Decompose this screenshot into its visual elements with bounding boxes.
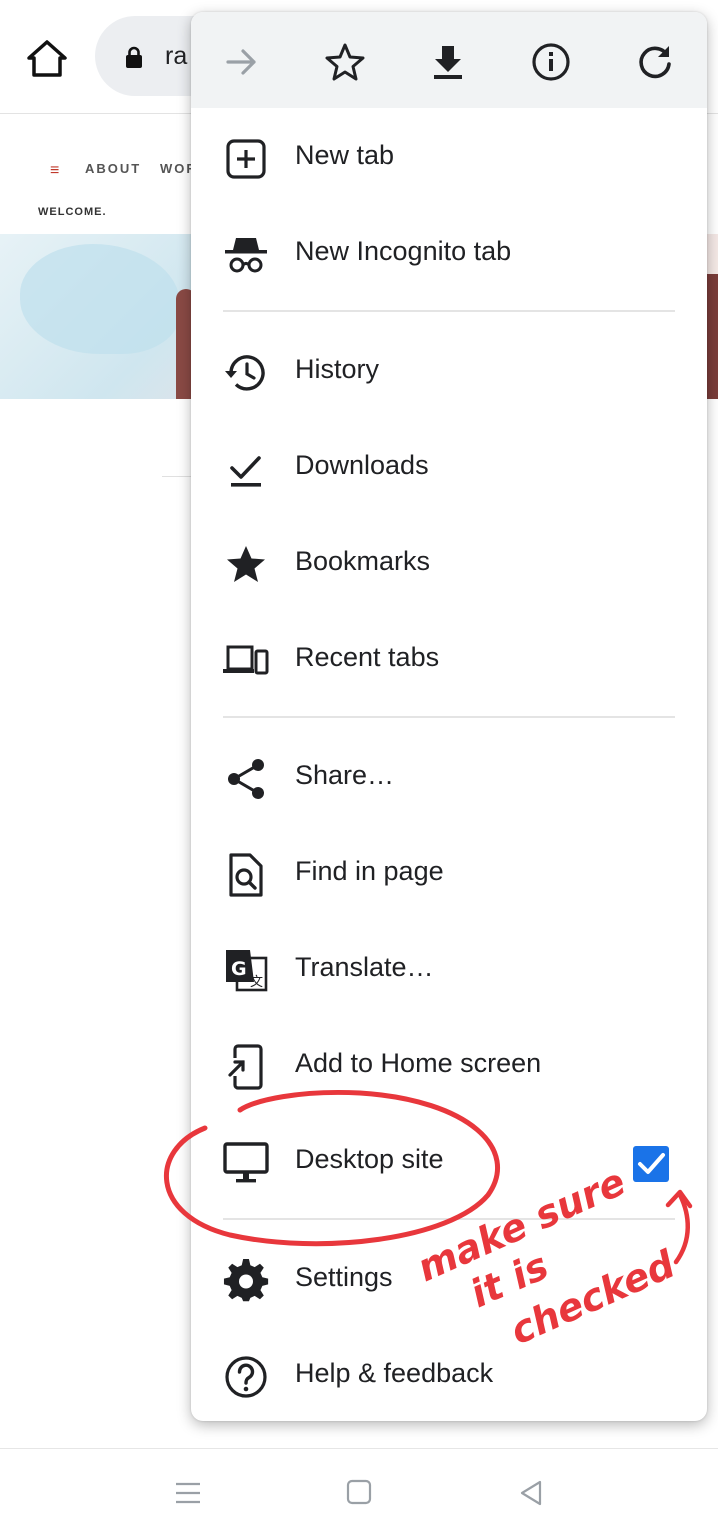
page-divider <box>162 476 192 477</box>
menu-item-settings[interactable]: Settings <box>191 1232 707 1328</box>
menu-item-label: Translate… <box>295 952 434 982</box>
downloads-icon <box>223 446 269 492</box>
svg-text:G: G <box>231 958 247 980</box>
menu-item-new-incognito-tab[interactable]: New Incognito tab <box>191 206 707 302</box>
download-icon[interactable] <box>424 38 472 86</box>
new-tab-icon <box>223 136 269 182</box>
lock-icon <box>123 46 145 68</box>
settings-gear-icon <box>223 1258 269 1304</box>
menu-item-label: New tab <box>295 140 395 170</box>
menu-item-label: Share… <box>295 760 395 790</box>
add-to-home-icon <box>223 1044 269 1090</box>
menu-item-help-feedback[interactable]: Help & feedback <box>191 1328 707 1421</box>
menu-item-history[interactable]: History <box>191 324 707 420</box>
site-welcome-text: WELCOME. <box>38 206 107 218</box>
menu-item-add-to-home-screen[interactable]: Add to Home screen <box>191 1018 707 1114</box>
menu-item-label: Help & feedback <box>295 1358 494 1388</box>
menu-item-label: History <box>295 354 380 384</box>
menu-divider <box>223 310 675 312</box>
menu-item-recent-tabs[interactable]: Recent tabs <box>191 612 707 708</box>
menu-item-downloads[interactable]: Downloads <box>191 420 707 516</box>
devices-icon <box>223 638 269 684</box>
menu-item-new-tab[interactable]: New tab <box>191 110 707 206</box>
menu-item-label: Recent tabs <box>295 642 440 672</box>
menu-item-bookmarks[interactable]: Bookmarks <box>191 516 707 612</box>
history-icon <box>223 350 269 396</box>
find-in-page-icon <box>223 852 269 898</box>
bookmark-star-icon[interactable] <box>321 38 369 86</box>
home-square-icon[interactable] <box>346 1479 372 1505</box>
menu-item-label: Add to Home screen <box>295 1048 542 1078</box>
desktop-icon <box>223 1140 269 1186</box>
hero-watercolor <box>20 244 180 354</box>
svg-text:文: 文 <box>250 975 263 990</box>
url-text: ra <box>165 42 188 70</box>
system-navigation-bar <box>0 1448 718 1537</box>
refresh-icon[interactable] <box>631 38 679 86</box>
menu-item-label: New Incognito tab <box>295 236 512 266</box>
bookmarks-star-icon <box>223 542 269 588</box>
desktop-site-checkbox[interactable] <box>633 1146 669 1182</box>
menu-item-find-in-page[interactable]: Find in page <box>191 826 707 922</box>
overflow-menu: New tab New Incognito tab History Downlo… <box>191 12 707 1421</box>
menu-item-label: Find in page <box>295 856 444 886</box>
menu-item-label: Desktop site <box>295 1144 444 1174</box>
help-icon <box>223 1354 269 1400</box>
menu-icon[interactable] <box>174 1479 202 1507</box>
menu-item-label: Bookmarks <box>295 546 431 576</box>
home-icon[interactable] <box>24 36 70 82</box>
menu-toolbar <box>191 12 707 108</box>
menu-item-share[interactable]: Share… <box>191 730 707 826</box>
share-icon <box>223 756 269 802</box>
menu-item-desktop-site[interactable]: Desktop site <box>191 1114 707 1210</box>
site-nav-about[interactable]: ABOUT <box>85 161 141 176</box>
menu-item-label: Settings <box>295 1262 393 1292</box>
translate-icon: G文 <box>223 948 269 994</box>
site-menu-icon[interactable]: ≡ <box>50 162 59 180</box>
menu-divider <box>223 1218 675 1220</box>
menu-item-translate[interactable]: G文 Translate… <box>191 922 707 1018</box>
back-triangle-icon[interactable] <box>518 1479 544 1507</box>
menu-item-label: Downloads <box>295 450 429 480</box>
info-icon[interactable] <box>527 38 575 86</box>
incognito-icon <box>223 232 269 278</box>
menu-divider <box>223 716 675 718</box>
forward-icon[interactable] <box>218 38 266 86</box>
